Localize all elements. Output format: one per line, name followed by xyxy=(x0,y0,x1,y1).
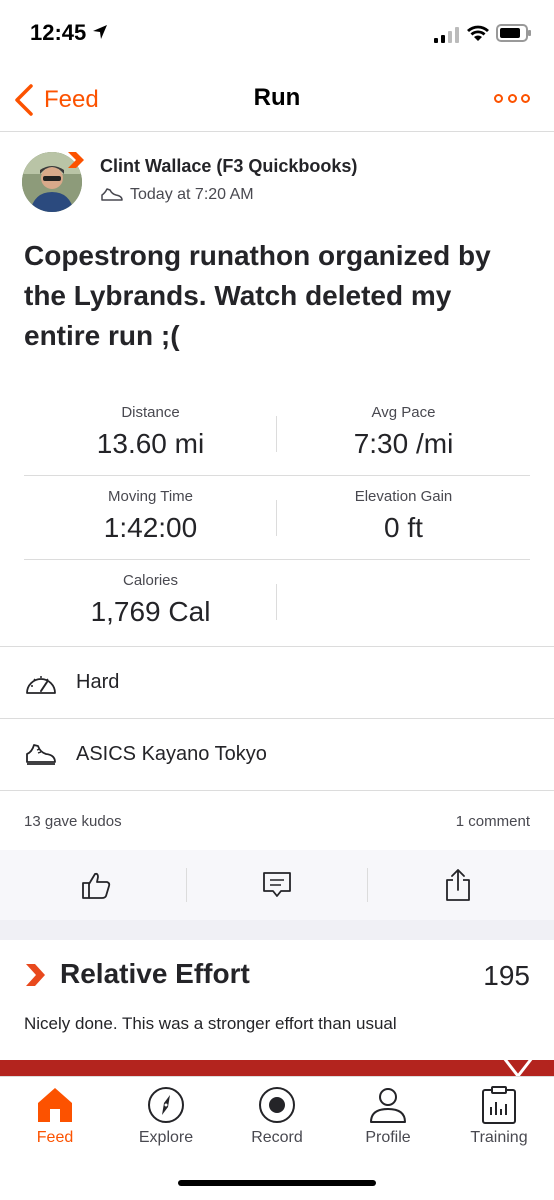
home-icon xyxy=(38,1088,72,1122)
record-icon xyxy=(259,1087,295,1123)
stat-label: Distance xyxy=(121,404,180,421)
stat-label: Elevation Gain xyxy=(354,488,453,505)
tab-label: Training xyxy=(470,1129,528,1146)
stat-value: 7:30 /mi xyxy=(353,428,454,459)
tab-feed[interactable]: Feed xyxy=(0,1085,110,1155)
back-button[interactable]: Feed xyxy=(14,80,99,120)
relative-effort-score: 195 xyxy=(483,960,530,991)
stat-calories: Calories 1,769 Cal xyxy=(24,572,277,628)
clipboard-chart-icon xyxy=(482,1086,516,1124)
share-button[interactable] xyxy=(366,850,550,920)
stats-row: Calories 1,769 Cal xyxy=(24,560,530,644)
action-bar xyxy=(0,850,554,920)
tab-training[interactable]: Training xyxy=(444,1085,554,1155)
gear-label: ASICS Kayano Tokyo xyxy=(76,743,267,765)
activity-meta: Today at 7:20 AM xyxy=(100,186,254,204)
stat-avg-pace: Avg Pace 7:30 /mi xyxy=(277,404,530,460)
stats-row: Distance 13.60 mi Avg Pace 7:30 /mi xyxy=(24,392,530,476)
stat-value: 1:42:00 xyxy=(103,512,198,543)
stat-value: 0 ft xyxy=(384,512,423,543)
status-bar: 12:45 xyxy=(0,0,554,70)
athlete-name[interactable]: Clint Wallace (F3 Quickbooks) xyxy=(100,156,357,177)
dot-icon xyxy=(521,93,530,103)
back-label: Feed xyxy=(44,86,99,113)
strava-badge-icon xyxy=(68,152,84,168)
tab-explore[interactable]: Explore xyxy=(111,1085,221,1155)
comment-button[interactable] xyxy=(185,850,369,920)
stat-elevation-gain: Elevation Gain 0 ft xyxy=(277,488,530,544)
thumbs-up-icon xyxy=(82,872,111,899)
shoe-icon xyxy=(101,188,123,201)
tab-label: Profile xyxy=(365,1129,411,1146)
stats-grid: Distance 13.60 mi Avg Pace 7:30 /mi Movi… xyxy=(24,392,530,644)
gear-row[interactable]: ASICS Kayano Tokyo xyxy=(0,718,554,790)
stats-row: Moving Time 1:42:00 Elevation Gain 0 ft xyxy=(24,476,530,560)
perceived-exertion-label: Hard xyxy=(76,671,120,693)
athlete-header: Clint Wallace (F3 Quickbooks) Today at 7… xyxy=(22,152,532,216)
perceived-exertion-row[interactable]: Hard xyxy=(0,646,554,718)
dot-icon xyxy=(507,93,517,103)
activity-time: Today at 7:20 AM xyxy=(130,186,254,203)
stat-label: Moving Time xyxy=(107,488,194,505)
gauge-icon xyxy=(26,675,56,694)
social-summary: 13 gave kudos 1 comment xyxy=(0,790,554,850)
compass-icon xyxy=(148,1087,184,1123)
location-arrow-icon xyxy=(93,25,107,39)
status-time: 12:45 xyxy=(30,20,87,45)
activity-title: Copestrong runathon organized by the Lyb… xyxy=(24,240,491,351)
comment-count[interactable]: 1 comment xyxy=(456,813,530,830)
stat-distance: Distance 13.60 mi xyxy=(24,404,277,460)
kudos-button[interactable] xyxy=(4,850,188,920)
battery-icon xyxy=(496,24,531,42)
dot-icon xyxy=(494,93,503,103)
chevron-left-icon xyxy=(15,84,33,116)
shoe-icon xyxy=(26,743,56,765)
more-options-button[interactable] xyxy=(494,88,530,108)
home-indicator[interactable] xyxy=(178,1180,376,1186)
stat-label: Avg Pace xyxy=(371,404,436,421)
relative-effort-title: Relative Effort xyxy=(60,958,250,989)
share-icon xyxy=(446,869,470,901)
tab-label: Feed xyxy=(36,1129,74,1146)
relative-effort-section[interactable]: Relative Effort 195 Nicely done. This wa… xyxy=(0,940,554,1078)
person-icon xyxy=(370,1088,406,1123)
tab-label: Explore xyxy=(138,1129,194,1146)
effort-marker-icon xyxy=(502,1057,534,1078)
relative-effort-description: Nicely done. This was a stronger effort … xyxy=(24,1014,397,1033)
cellular-signal-icon xyxy=(434,27,459,43)
wifi-icon xyxy=(467,25,489,41)
stat-label: Calories xyxy=(122,572,179,589)
comment-icon xyxy=(263,872,291,897)
tab-profile[interactable]: Profile xyxy=(333,1085,443,1155)
divider xyxy=(276,584,277,620)
section-separator xyxy=(0,920,554,940)
kudos-count[interactable]: 13 gave kudos xyxy=(24,813,122,830)
chevron-right-icon xyxy=(26,964,45,986)
nav-bar: Feed Run xyxy=(0,70,554,132)
stat-moving-time: Moving Time 1:42:00 xyxy=(24,488,277,544)
tab-label: Record xyxy=(251,1129,303,1146)
tab-record[interactable]: Record xyxy=(222,1085,332,1155)
stat-value: 13.60 mi xyxy=(96,428,205,459)
stat-value: 1,769 Cal xyxy=(90,596,211,627)
